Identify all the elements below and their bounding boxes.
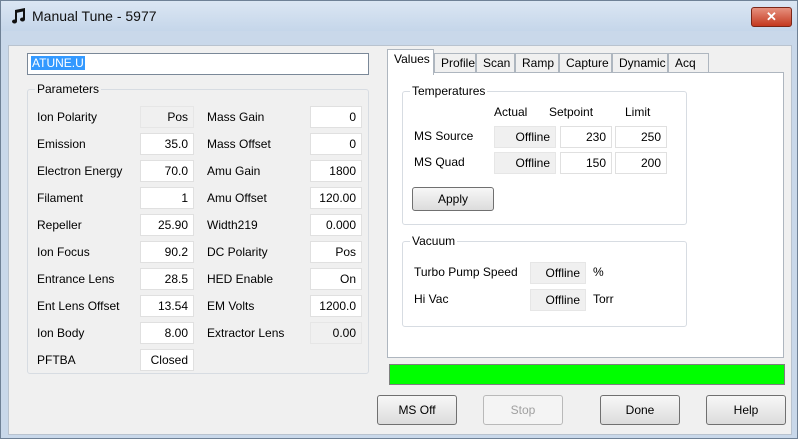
close-icon: ✕ [766,9,777,24]
param-value-field[interactable]: 0 [310,133,362,155]
tab-dynamic[interactable]: Dynamic [612,53,668,73]
tab-profile[interactable]: Profile [434,53,476,73]
param-value-field[interactable]: Closed [140,349,194,371]
param-label: Filament [37,191,84,205]
param-label: Mass Offset [207,137,271,151]
temperatures-legend: Temperatures [410,84,488,98]
param-label: Entrance Lens [37,272,115,286]
temperature-label: MS Source [414,129,474,143]
param-label: Mass Gain [207,110,265,124]
tune-file-value: ATUNE.U [31,56,85,70]
parameters-legend: Parameters [35,82,102,96]
vacuum-legend: Vacuum [410,234,458,248]
param-label: PFTBA [37,353,76,367]
param-label: Amu Offset [207,191,267,205]
manual-tune-window: Manual Tune - 5977 ✕ ATUNE.U Parameters … [0,0,798,439]
vacuum-value: Offline [530,289,586,311]
vacuum-unit: % [593,265,604,279]
param-label: Electron Energy [37,164,123,178]
temperature-setpoint[interactable]: 230 [560,126,612,148]
done-button[interactable]: Done [600,395,680,425]
param-value-field[interactable]: 0 [310,106,362,128]
tune-file-field[interactable]: ATUNE.U [27,53,369,75]
param-label: Repeller [37,218,82,232]
vacuum-group: Vacuum Turbo Pump Speed Offline% Hi Vac Off… [402,234,687,327]
tune-progress-bar [389,364,785,385]
param-value-field[interactable]: 1200.0 [310,295,362,317]
temperature-limit[interactable]: 200 [615,152,667,174]
vacuum-value: Offline [530,262,586,284]
param-label: EM Volts [207,299,255,313]
param-value-field[interactable]: 13.54 [140,295,194,317]
progress-fill [390,365,784,384]
close-button[interactable]: ✕ [751,7,792,27]
param-value-field[interactable]: 25.90 [140,214,194,236]
client-area: ATUNE.U Parameters Ion Polarity Pos Emissi… [8,45,792,435]
param-label: HED Enable [207,272,274,286]
param-label: DC Polarity [207,245,268,259]
param-value-field[interactable]: 120.00 [310,187,362,209]
actual-header: Actual [494,105,528,119]
temperature-actual: Offline [494,126,556,148]
param-label: Amu Gain [207,164,261,178]
param-value-field[interactable]: 1800 [310,160,362,182]
param-value-field[interactable]: 70.0 [140,160,194,182]
temperature-limit[interactable]: 250 [615,126,667,148]
tab-scan[interactable]: Scan [476,53,515,73]
vacuum-unit: Torr [593,292,614,306]
music-note-icon [12,8,25,24]
limit-header: Limit [625,105,651,119]
param-label: Emission [37,137,86,151]
setpoint-header: Setpoint [549,105,594,119]
apply-button[interactable]: Apply [412,187,494,211]
param-value-field[interactable]: 8.00 [140,322,194,344]
temperatures-group: Temperatures Actual Setpoint Limit MS So… [402,84,687,225]
param-label: Ion Focus [37,245,90,259]
temperature-actual: Offline [494,152,556,174]
stop-button[interactable]: Stop [483,395,563,425]
vacuum-label: Hi Vac [414,292,449,306]
parameters-group: Parameters Ion Polarity Pos Emission 35.0 El… [27,82,369,374]
ms-off-button[interactable]: MS Off [377,395,457,425]
tab-capture[interactable]: Capture [559,53,612,73]
param-value-field[interactable]: 35.0 [140,133,194,155]
param-value-field: Pos [140,106,194,128]
tab-values[interactable]: Values [387,49,434,75]
tab-acq[interactable]: Acq [668,53,709,73]
param-value-field[interactable]: Pos [310,241,362,263]
param-label: Ent Lens Offset [37,299,120,313]
help-button[interactable]: Help [706,395,786,425]
param-value-field[interactable]: On [310,268,362,290]
param-value-field[interactable]: 0.000 [310,214,362,236]
values-tab-panel: Temperatures Actual Setpoint Limit MS So… [387,72,784,358]
param-value-field[interactable]: 28.5 [140,268,194,290]
param-value-field: 0.00 [310,322,362,344]
temperature-setpoint[interactable]: 150 [560,152,612,174]
param-value-field[interactable]: 1 [140,187,194,209]
vacuum-label: Turbo Pump Speed [414,265,518,279]
param-label: Extractor Lens [207,326,285,340]
param-label: Ion Polarity [37,110,98,124]
window-title: Manual Tune - 5977 [32,8,157,24]
temperature-label: MS Quad [414,155,465,169]
tab-ramp[interactable]: Ramp [515,53,559,73]
param-value-field[interactable]: 90.2 [140,241,194,263]
param-label: Ion Body [37,326,85,340]
title-bar[interactable]: Manual Tune - 5977 ✕ [1,1,797,31]
param-label: Width219 [207,218,258,232]
